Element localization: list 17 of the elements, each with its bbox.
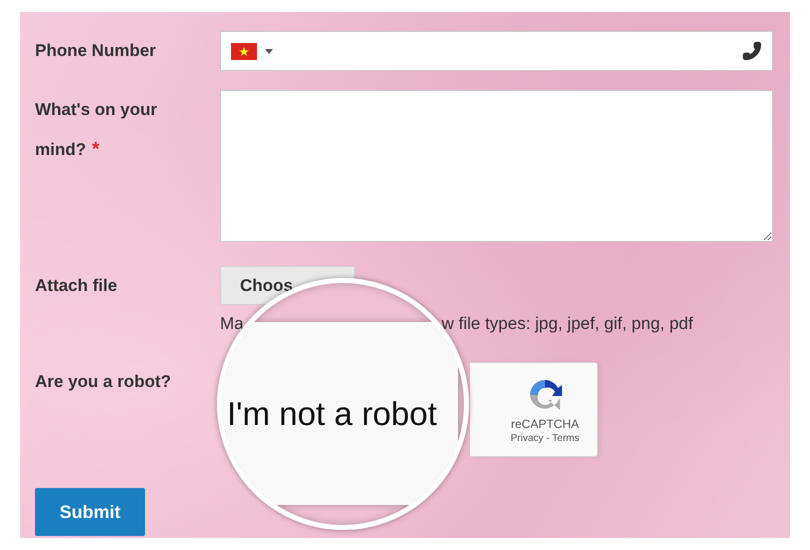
field-label: Phone Number bbox=[35, 40, 156, 62]
required-mark: * bbox=[92, 139, 100, 160]
captcha-widget[interactable]: reCAPTCHA Privacy - Terms bbox=[470, 362, 598, 457]
privacy-terms-links[interactable]: Privacy - Terms bbox=[510, 433, 580, 444]
file-hint: w file types: jpg, jpef, gif, png, pdf bbox=[442, 314, 693, 334]
field-label: Attach file bbox=[35, 275, 118, 297]
flag-icon[interactable] bbox=[231, 42, 257, 60]
phone-field[interactable] bbox=[220, 31, 773, 71]
phone-icon bbox=[742, 41, 762, 61]
field-label: Are you a robot? bbox=[35, 371, 172, 393]
message-field[interactable] bbox=[220, 90, 773, 242]
recaptcha-brand: reCAPTCHA bbox=[510, 417, 579, 431]
submit-button[interactable]: Submit bbox=[35, 488, 145, 536]
caret-icon[interactable] bbox=[265, 48, 273, 54]
field-label: What's on your mind? * bbox=[35, 99, 158, 162]
file-hint: Ma bbox=[220, 314, 244, 334]
captcha-label: I'm not a robot bbox=[227, 394, 437, 432]
